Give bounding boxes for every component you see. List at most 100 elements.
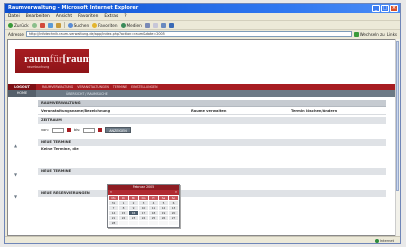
calendar-weekday-header: Mi bbox=[129, 196, 138, 200]
calendar-day[interactable]: 16 bbox=[129, 211, 138, 215]
calendar-weekday-header: So bbox=[169, 196, 178, 200]
calendar-day[interactable]: 26 bbox=[159, 216, 168, 220]
calendar-day[interactable]: 7 bbox=[109, 206, 118, 210]
home-link[interactable]: HOME bbox=[8, 90, 36, 97]
column-header-rooms: Raume verwalten bbox=[191, 109, 227, 113]
back-arrow-icon bbox=[8, 22, 13, 28]
calendar-day[interactable]: 9 bbox=[129, 206, 138, 210]
block-title: NEUE RESERVIERUNGEN bbox=[38, 190, 386, 197]
calendar-weekday-header: Do bbox=[139, 196, 148, 200]
calendar-weekday-header: Fr bbox=[149, 196, 158, 200]
go-arrow-icon bbox=[353, 31, 359, 37]
stop-icon[interactable] bbox=[39, 22, 45, 28]
new-dates-block: ▲ NEUE TERMINE Keine Termine, die bbox=[14, 139, 386, 153]
media-button[interactable]: Medien bbox=[120, 22, 142, 28]
filter-title: ZEITRAUM bbox=[38, 117, 386, 124]
calendar-empty-cell bbox=[129, 221, 138, 225]
close-button[interactable]: × bbox=[390, 5, 398, 12]
next-month-button[interactable]: » bbox=[175, 190, 177, 195]
nav-item-raumverwaltung[interactable]: RAUMVERWALTUNG bbox=[42, 85, 73, 89]
calendar-weekday-header: Di bbox=[119, 196, 128, 200]
calendar-day[interactable]: 23 bbox=[129, 216, 138, 220]
new-reservations-block: ▼ NEUE RESERVIERUNGEN bbox=[14, 190, 386, 199]
main-content: RAUMVERWALTUNG Veranstaltungsname/Bezeic… bbox=[14, 100, 386, 199]
calendar-day[interactable]: 8 bbox=[119, 206, 128, 210]
calendar-day[interactable]: 15 bbox=[119, 211, 128, 215]
mail-icon[interactable] bbox=[152, 22, 158, 28]
calendar-day[interactable]: 3 bbox=[139, 201, 148, 205]
menu-item-datei[interactable]: Datei bbox=[8, 13, 20, 20]
calendar-day[interactable]: 19 bbox=[159, 211, 168, 215]
calendar-day[interactable]: 27 bbox=[169, 216, 178, 220]
maximize-button[interactable]: □ bbox=[381, 5, 389, 12]
calendar-day[interactable]: 14 bbox=[109, 211, 118, 215]
calendar-empty-cell bbox=[139, 221, 148, 225]
prev-month-button[interactable]: « bbox=[110, 190, 112, 195]
home-icon[interactable] bbox=[55, 22, 61, 28]
calendar-grid: Mo Di Mi Do Fr Sa So 31 1 2 3 4 5 6 7 8 9 10 11 12 13 14 15 16 1… bbox=[108, 195, 179, 226]
history-icon[interactable] bbox=[144, 22, 150, 28]
collapse-arrow-icon[interactable]: ▲ bbox=[14, 143, 17, 148]
calendar-day[interactable]: 28 bbox=[109, 221, 118, 225]
calendar-day[interactable]: 4 bbox=[149, 201, 158, 205]
calendar-icon[interactable] bbox=[66, 128, 71, 132]
security-zone: Internet bbox=[374, 238, 394, 243]
calendar-day[interactable]: 11 bbox=[149, 206, 158, 210]
edit-icon[interactable] bbox=[168, 22, 174, 28]
expand-arrow-icon[interactable]: ▼ bbox=[14, 194, 17, 199]
block-message: Keine Termine, die bbox=[41, 147, 79, 151]
menu-item-help[interactable]: ? bbox=[124, 13, 126, 20]
links-button[interactable]: Links bbox=[387, 32, 397, 37]
from-date-input[interactable] bbox=[51, 127, 64, 133]
menu-item-bearbeiten[interactable]: Bearbeiten bbox=[26, 13, 50, 20]
nav-item-termine[interactable]: TERMINE bbox=[113, 85, 127, 89]
calendar-day[interactable]: 31 bbox=[109, 201, 118, 205]
calendar-day[interactable]: 6 bbox=[169, 201, 178, 205]
address-input[interactable]: http://infotechnik.raum-verwaltung.de/ap… bbox=[25, 31, 352, 37]
expand-arrow-icon[interactable]: ▼ bbox=[14, 172, 17, 177]
back-button[interactable]: Zurück bbox=[8, 22, 29, 28]
to-date-input[interactable] bbox=[83, 127, 96, 133]
calendar-day[interactable]: 5 bbox=[159, 201, 168, 205]
menu-item-ansicht[interactable]: Ansicht bbox=[56, 13, 72, 20]
forward-arrow-icon[interactable] bbox=[31, 22, 37, 28]
search-icon bbox=[67, 22, 73, 28]
calendar-empty-cell bbox=[149, 221, 158, 225]
site-logo[interactable]: raumfür[raum] raumbuchung bbox=[15, 49, 96, 73]
calendar-day[interactable]: 24 bbox=[139, 216, 148, 220]
calendar-weekday-header: Mo bbox=[109, 196, 118, 200]
calendar-icon[interactable] bbox=[98, 128, 103, 132]
calendar-day[interactable]: 13 bbox=[169, 206, 178, 210]
calendar-day[interactable]: 21 bbox=[109, 216, 118, 220]
calendar-day[interactable]: 2 bbox=[129, 201, 138, 205]
minimize-button[interactable]: _ bbox=[372, 5, 380, 12]
to-label: bis: bbox=[73, 128, 81, 132]
menu-item-extras[interactable]: Extras bbox=[104, 13, 118, 20]
calendar-day[interactable]: 1 bbox=[119, 201, 128, 205]
show-button[interactable]: ANZEIGEN bbox=[105, 127, 131, 133]
calendar-day[interactable]: 20 bbox=[169, 211, 178, 215]
date-picker-popup[interactable]: Februar 2005 « » Mo Di Mi Do Fr Sa So 31 1 2 3 4 5 6 7… bbox=[107, 184, 180, 228]
favorites-button[interactable]: Favoriten bbox=[92, 22, 118, 28]
column-header-name: Veranstaltungsname/Bezeichnung bbox=[41, 109, 111, 113]
nav-item-einstellungen[interactable]: EINSTELLUNGEN bbox=[131, 85, 157, 89]
media-icon bbox=[120, 22, 126, 28]
star-icon bbox=[92, 22, 98, 28]
calendar-day[interactable]: 18 bbox=[149, 211, 158, 215]
print-icon[interactable] bbox=[160, 22, 166, 28]
nav-item-veranstaltungen[interactable]: VERANSTALTUNGEN bbox=[77, 85, 109, 89]
calendar-day[interactable]: 22 bbox=[119, 216, 128, 220]
globe-icon bbox=[374, 238, 379, 243]
calendar-day[interactable]: 25 bbox=[149, 216, 158, 220]
breadcrumb[interactable]: ÜBERSICHT / RAUMSUCHE bbox=[66, 92, 108, 96]
window-controls: _ □ × bbox=[372, 5, 398, 12]
menu-item-favoriten[interactable]: Favoriten bbox=[78, 13, 98, 20]
calendar-day[interactable]: 17 bbox=[139, 211, 148, 215]
refresh-icon[interactable] bbox=[47, 22, 53, 28]
go-button[interactable]: Wechseln zu bbox=[353, 31, 385, 37]
menu-bar: Datei Bearbeiten Ansicht Favoriten Extra… bbox=[5, 13, 400, 20]
calendar-day[interactable]: 10 bbox=[139, 206, 148, 210]
scrollbar-thumb[interactable] bbox=[396, 41, 399, 191]
search-button[interactable]: Suchen bbox=[67, 22, 89, 28]
calendar-day[interactable]: 12 bbox=[159, 206, 168, 210]
